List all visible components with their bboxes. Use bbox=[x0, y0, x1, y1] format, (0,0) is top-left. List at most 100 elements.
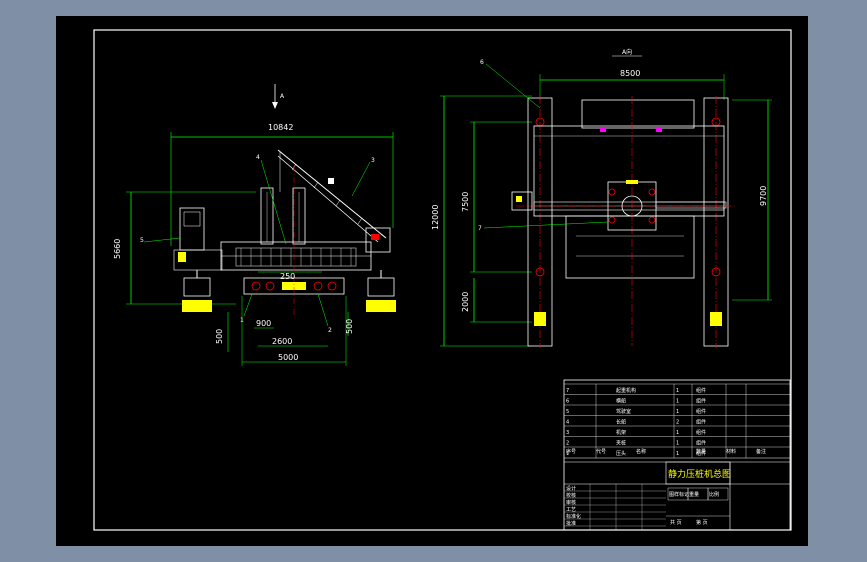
parts-row-type: 组件 bbox=[696, 408, 706, 415]
right-cell-label: 重量 bbox=[689, 491, 699, 498]
sign-row-label: 标准化 bbox=[566, 513, 581, 520]
right-cells: 图样标记 重量 比例 bbox=[667, 487, 729, 501]
right-cell-label: 比例 bbox=[709, 491, 719, 498]
view-arrow-head bbox=[272, 102, 278, 109]
parts-header-cell: 代号 bbox=[596, 448, 606, 455]
parts-header-cell: 名称 bbox=[636, 448, 646, 455]
callout-4: 4 bbox=[256, 154, 260, 161]
dim-overall-length: 10842 bbox=[268, 123, 293, 132]
drawing-canvas: A 10842 5660 250 900 2600 5000 500 500 4… bbox=[93, 29, 792, 531]
marker bbox=[656, 128, 662, 132]
parts-row-qty: 1 bbox=[676, 399, 679, 405]
callout-7: 7 bbox=[478, 225, 482, 232]
callout-6: 6 bbox=[480, 59, 484, 66]
platform-top bbox=[581, 99, 695, 129]
sign-row-label: 工艺 bbox=[566, 507, 576, 513]
sign-row-label: 批准 bbox=[566, 520, 576, 527]
leader-line bbox=[143, 237, 181, 243]
parts-row-name: 长船 bbox=[616, 419, 626, 426]
dim-right-length: 9700 bbox=[759, 186, 768, 206]
dim-pile-spacing: 250 bbox=[280, 272, 295, 281]
parts-row-name: 机架 bbox=[616, 429, 626, 436]
dim-bottom: 5000 bbox=[278, 353, 298, 362]
dim-total-length: 12000 bbox=[431, 205, 440, 230]
sheet-info-cell: 共 页 bbox=[670, 519, 682, 526]
cad-viewport[interactable]: A 10842 5660 250 900 2600 5000 500 500 4… bbox=[0, 0, 867, 562]
parts-row-name: 夹桩 bbox=[616, 440, 626, 447]
callout-2: 2 bbox=[328, 327, 332, 334]
long-boat-left bbox=[183, 277, 211, 297]
parts-row-index: 3 bbox=[566, 430, 569, 436]
leader-line bbox=[351, 161, 371, 197]
foot-pad-left bbox=[182, 300, 212, 312]
sign-row-label: 审核 bbox=[566, 499, 576, 506]
clamp-bolt bbox=[608, 216, 616, 224]
rail-pad-left bbox=[534, 312, 546, 326]
boom-lacing bbox=[313, 181, 319, 189]
platform-frame bbox=[533, 125, 725, 217]
parts-row-index: 2 bbox=[566, 441, 569, 447]
parts-row-qty: 1 bbox=[676, 388, 679, 394]
parts-row-index: 6 bbox=[566, 399, 569, 405]
parts-row-qty: 1 bbox=[676, 430, 679, 436]
parts-list: 7 起重机构 1 组件 6 横船 1 组件 5 驾驶室 1 组件 4 长船 2 组件 3 机架 1 组件 2 夹桩 1 组件 1… bbox=[564, 383, 790, 458]
boom-lacing bbox=[357, 217, 363, 225]
view-label-side: A bbox=[280, 93, 285, 100]
clamp-jaw bbox=[626, 180, 638, 184]
sign-row-label: 设计 bbox=[566, 485, 576, 492]
callout-5: 5 bbox=[140, 237, 144, 244]
dim-lower-length: 2000 bbox=[461, 292, 470, 312]
title-block: 7 起重机构 1 组件 6 横船 1 组件 5 驾驶室 1 组件 4 长船 2 组件 3 机架 1 组件 2 夹桩 1 组件 1… bbox=[563, 379, 791, 531]
parts-row-type: 组件 bbox=[696, 387, 706, 394]
foot-pad-right bbox=[366, 300, 396, 312]
parts-header-row: 序号 代号 名称 数量 材料 备注 bbox=[566, 448, 766, 455]
top-view: A向 8500 12000 7500 2000 9700 6 7 bbox=[431, 48, 772, 348]
parts-header-cell: 材料 bbox=[726, 448, 736, 455]
clamp-bolt bbox=[648, 188, 656, 196]
dim-upper-length: 7500 bbox=[461, 192, 470, 212]
clamp-bolt bbox=[648, 216, 656, 224]
parts-row-name: 压头 bbox=[616, 450, 626, 457]
drawing-sheet: A 10842 5660 250 900 2600 5000 500 500 4… bbox=[56, 16, 808, 546]
wheel bbox=[327, 281, 337, 291]
leader-line bbox=[260, 159, 287, 245]
crane-hook bbox=[328, 178, 334, 184]
dim-height: 5660 bbox=[113, 239, 122, 259]
callout-1: 1 bbox=[240, 317, 244, 324]
parts-row-type: 组件 bbox=[696, 429, 706, 436]
marker bbox=[600, 128, 606, 132]
signature-rows: 设计校核审核工艺标准化批准 bbox=[564, 484, 666, 530]
rail-pad-right bbox=[710, 312, 722, 326]
parts-row-qty: 2 bbox=[676, 420, 679, 426]
right-cell-label: 图样标记 bbox=[669, 491, 689, 498]
top-crane-arm bbox=[655, 201, 727, 209]
parts-row-name: 驾驶室 bbox=[616, 408, 631, 415]
parts-row-type: 组件 bbox=[696, 398, 706, 405]
parts-row-qty: 1 bbox=[676, 451, 679, 457]
parts-header-cell: 备注 bbox=[756, 448, 766, 455]
sign-row-label: 校核 bbox=[566, 492, 576, 499]
parts-row-index: 4 bbox=[566, 420, 569, 426]
parts-header-cell: 数量 bbox=[696, 448, 706, 455]
drawing-title: 静力压桩机总图 bbox=[668, 468, 731, 480]
parts-row-index: 7 bbox=[566, 388, 569, 394]
leader-line bbox=[317, 293, 329, 327]
side-view: A 10842 5660 250 900 2600 5000 500 500 4… bbox=[113, 84, 396, 366]
parts-row-qty: 1 bbox=[676, 409, 679, 415]
counterweight bbox=[235, 247, 357, 267]
parts-row-type: 组件 bbox=[696, 419, 706, 426]
leader-line bbox=[483, 221, 609, 229]
parts-header-cell: 序号 bbox=[566, 448, 576, 455]
parts-row-name: 起重机构 bbox=[616, 387, 636, 394]
callout-3: 3 bbox=[371, 157, 375, 164]
platform-lower bbox=[565, 215, 695, 279]
clamp-bolt bbox=[608, 188, 616, 196]
boom-lacing bbox=[335, 199, 341, 207]
dim-left-offset: 500 bbox=[215, 329, 224, 344]
wheel bbox=[313, 281, 323, 291]
top-cab-seat bbox=[516, 196, 522, 202]
hydraulic-unit bbox=[178, 252, 186, 262]
dim-width: 8500 bbox=[620, 69, 640, 78]
dim-mid: 2600 bbox=[272, 337, 292, 346]
dim-inner: 900 bbox=[256, 319, 271, 328]
